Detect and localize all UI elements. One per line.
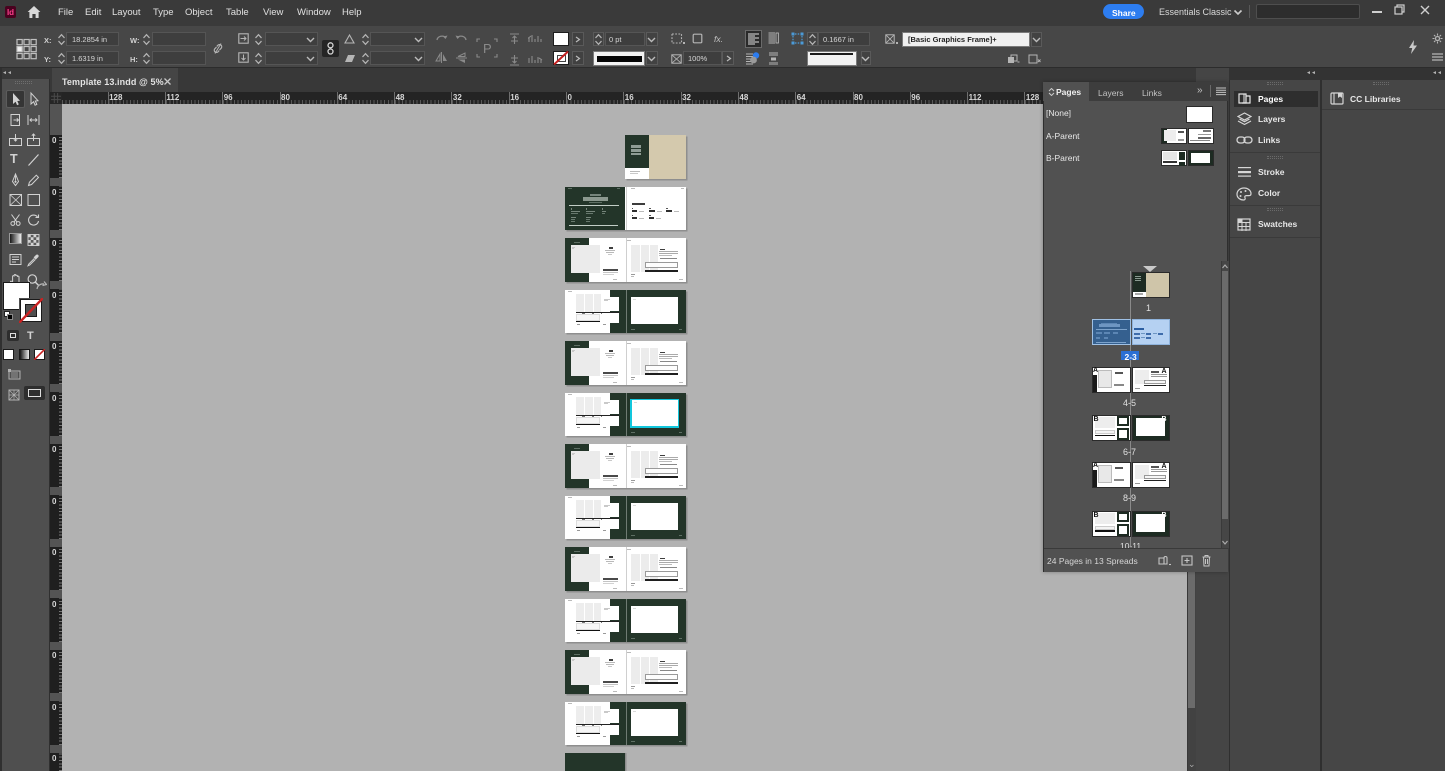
svg-text:Id: Id	[7, 8, 14, 17]
